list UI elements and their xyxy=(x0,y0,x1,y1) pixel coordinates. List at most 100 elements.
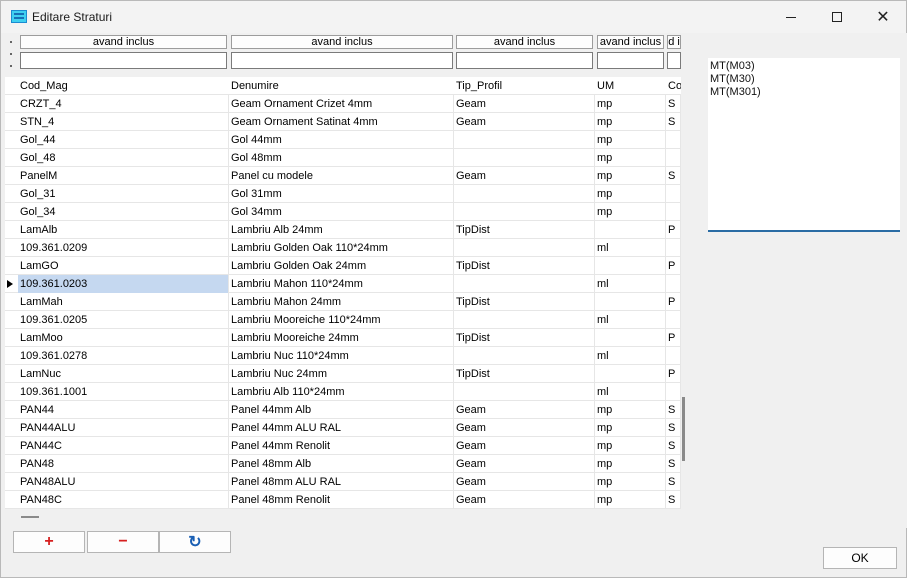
filter-input[interactable] xyxy=(597,52,664,69)
table-cell[interactable]: Geam xyxy=(454,455,595,473)
table-row[interactable]: PAN48ALU Panel 48mm ALU RAL Geam mp S xyxy=(5,473,681,491)
table-cell[interactable]: Gol 48mm xyxy=(229,149,454,167)
table-cell[interactable]: Panel 48mm ALU RAL xyxy=(229,473,454,491)
table-cell[interactable] xyxy=(454,149,595,167)
table-cell[interactable]: TipDist xyxy=(454,329,595,347)
table-cell[interactable]: Gol_31 xyxy=(18,185,229,203)
table-cell[interactable]: mp xyxy=(595,95,666,113)
maximize-button[interactable] xyxy=(814,1,860,33)
table-row[interactable]: PanelM Panel cu modele Geam mp S xyxy=(5,167,681,185)
table-cell[interactable] xyxy=(454,311,595,329)
table-cell[interactable]: PAN44C xyxy=(18,437,229,455)
table-row[interactable]: PAN48C Panel 48mm Renolit Geam mp S xyxy=(5,491,681,509)
column-header-tip-profil[interactable]: Tip_Profil xyxy=(454,77,595,95)
table-cell[interactable]: Lambriu Alb 24mm xyxy=(229,221,454,239)
table-cell[interactable]: S xyxy=(666,113,681,131)
table-row[interactable]: 109.361.0278 Lambriu Nuc 110*24mm ml xyxy=(5,347,681,365)
filter-mode-dropdown[interactable]: d i xyxy=(667,35,681,49)
table-cell[interactable]: S xyxy=(666,491,681,509)
table-row[interactable]: LamGO Lambriu Golden Oak 24mm TipDist P xyxy=(5,257,681,275)
table-cell[interactable]: 109.361.0209 xyxy=(18,239,229,257)
refresh-button[interactable]: ↻ xyxy=(159,531,231,553)
table-cell[interactable]: P xyxy=(666,257,681,275)
table-row[interactable]: 109.361.0205 Lambriu Mooreiche 110*24mm ml xyxy=(5,311,681,329)
table-cell[interactable]: PAN44ALU xyxy=(18,419,229,437)
table-cell[interactable] xyxy=(666,275,681,293)
table-cell[interactable] xyxy=(595,293,666,311)
table-cell[interactable]: Geam xyxy=(454,167,595,185)
table-cell[interactable]: Lambriu Golden Oak 110*24mm xyxy=(229,239,454,257)
close-button[interactable]: ✕ xyxy=(860,1,906,33)
table-row[interactable]: CRZT_4 Geam Ornament Crizet 4mm Geam mp S xyxy=(5,95,681,113)
table-cell[interactable]: S xyxy=(666,401,681,419)
table-cell[interactable]: STN_4 xyxy=(18,113,229,131)
table-row[interactable]: 109.361.0203 Lambriu Mahon 110*24mm ml xyxy=(5,275,681,293)
filter-input[interactable] xyxy=(20,52,227,69)
table-cell[interactable]: Lambriu Mooreiche 24mm xyxy=(229,329,454,347)
table-cell[interactable]: PAN48 xyxy=(18,455,229,473)
table-cell[interactable] xyxy=(666,131,681,149)
table-row[interactable]: Gol_48 Gol 48mm mp xyxy=(5,149,681,167)
filter-mode-dropdown[interactable]: avand inclus xyxy=(597,35,664,49)
table-cell[interactable]: Geam xyxy=(454,491,595,509)
table-cell[interactable]: Panel 44mm Alb xyxy=(229,401,454,419)
layers-list-item[interactable]: MT(M301) xyxy=(710,86,898,99)
table-cell[interactable] xyxy=(454,131,595,149)
table-cell[interactable] xyxy=(454,185,595,203)
table-cell[interactable] xyxy=(666,185,681,203)
table-cell[interactable]: Geam Ornament Satinat 4mm xyxy=(229,113,454,131)
layers-list-item[interactable]: MT(M03) xyxy=(710,60,898,73)
table-cell[interactable] xyxy=(666,149,681,167)
remove-button[interactable]: − xyxy=(87,531,159,553)
table-cell[interactable]: mp xyxy=(595,203,666,221)
layers-list-item[interactable]: MT(M30) xyxy=(710,73,898,86)
table-cell[interactable]: S xyxy=(666,167,681,185)
table-cell[interactable]: Gol_34 xyxy=(18,203,229,221)
table-cell[interactable]: ml xyxy=(595,239,666,257)
table-cell[interactable]: LamMoo xyxy=(18,329,229,347)
horizontal-scrollbar-thumb[interactable] xyxy=(21,516,39,518)
table-cell[interactable]: ml xyxy=(595,347,666,365)
filter-mode-dropdown[interactable]: avand inclus xyxy=(456,35,593,49)
data-grid[interactable]: avand inclus avand inclus avand inclus a… xyxy=(5,33,681,509)
table-row[interactable]: STN_4 Geam Ornament Satinat 4mm Geam mp S xyxy=(5,113,681,131)
table-cell[interactable]: Geam Ornament Crizet 4mm xyxy=(229,95,454,113)
table-cell[interactable] xyxy=(666,203,681,221)
filter-mode-dropdown[interactable]: avand inclus xyxy=(231,35,453,49)
table-cell[interactable]: Lambriu Nuc 110*24mm xyxy=(229,347,454,365)
table-cell[interactable]: Panel 44mm ALU RAL xyxy=(229,419,454,437)
table-row[interactable]: LamNuc Lambriu Nuc 24mm TipDist P xyxy=(5,365,681,383)
table-cell[interactable]: Lambriu Nuc 24mm xyxy=(229,365,454,383)
table-cell[interactable] xyxy=(595,365,666,383)
table-cell[interactable]: Lambriu Alb 110*24mm xyxy=(229,383,454,401)
table-row[interactable]: PAN44 Panel 44mm Alb Geam mp S xyxy=(5,401,681,419)
table-cell[interactable]: S xyxy=(666,455,681,473)
table-cell[interactable]: Geam xyxy=(454,95,595,113)
layers-list[interactable]: MT(M03) MT(M30) MT(M301) xyxy=(708,58,900,232)
table-cell[interactable]: Lambriu Mooreiche 110*24mm xyxy=(229,311,454,329)
table-row[interactable]: LamMah Lambriu Mahon 24mm TipDist P xyxy=(5,293,681,311)
table-cell[interactable]: Geam xyxy=(454,419,595,437)
table-cell[interactable]: S xyxy=(666,473,681,491)
table-cell[interactable]: mp xyxy=(595,185,666,203)
table-cell[interactable]: CRZT_4 xyxy=(18,95,229,113)
minimize-button[interactable] xyxy=(768,1,814,33)
table-cell[interactable] xyxy=(666,383,681,401)
title-bar[interactable]: Editare Straturi ✕ xyxy=(1,1,906,33)
table-row[interactable]: PAN48 Panel 48mm Alb Geam mp S xyxy=(5,455,681,473)
table-cell[interactable]: 109.361.0203 xyxy=(18,275,229,293)
filter-input[interactable] xyxy=(231,52,453,69)
table-cell[interactable] xyxy=(666,347,681,365)
table-cell[interactable]: mp xyxy=(595,167,666,185)
table-cell[interactable]: TipDist xyxy=(454,257,595,275)
table-cell[interactable]: PAN48C xyxy=(18,491,229,509)
table-cell[interactable]: PanelM xyxy=(18,167,229,185)
table-row[interactable]: LamAlb Lambriu Alb 24mm TipDist P xyxy=(5,221,681,239)
table-cell[interactable]: mp xyxy=(595,437,666,455)
table-cell[interactable]: mp xyxy=(595,113,666,131)
table-cell[interactable]: S xyxy=(666,419,681,437)
table-cell[interactable]: Panel 48mm Renolit xyxy=(229,491,454,509)
table-cell[interactable]: TipDist xyxy=(454,365,595,383)
table-row[interactable]: Gol_31 Gol 31mm mp xyxy=(5,185,681,203)
ok-button[interactable]: OK xyxy=(823,547,897,569)
